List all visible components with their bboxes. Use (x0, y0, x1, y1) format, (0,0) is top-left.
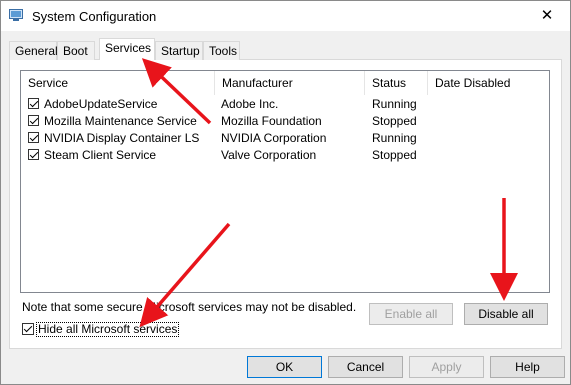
service-manufacturer: Mozilla Foundation (221, 114, 322, 128)
hide-microsoft-services-label[interactable]: Hide all Microsoft services (36, 322, 180, 337)
service-checkbox[interactable] (28, 132, 39, 143)
column-header-status[interactable]: Status (365, 71, 428, 95)
service-name: AdobeUpdateService (44, 97, 158, 111)
service-status: Running (372, 131, 417, 145)
tab-tools[interactable]: Tools (203, 41, 240, 60)
service-status: Stopped (372, 114, 417, 128)
ok-button[interactable]: OK (247, 356, 322, 378)
service-row[interactable]: Mozilla Maintenance Service Mozilla Foun… (21, 113, 549, 130)
hide-microsoft-services-checkbox[interactable] (22, 323, 34, 335)
window-title: System Configuration (32, 9, 157, 24)
service-row[interactable]: AdobeUpdateService Adobe Inc. Running (21, 96, 549, 113)
title-bar: System Configuration ✕ (1, 1, 570, 31)
msconfig-app-icon (9, 9, 23, 21)
service-status: Stopped (372, 148, 417, 162)
column-header-date-disabled[interactable]: Date Disabled (428, 71, 549, 95)
service-manufacturer: NVIDIA Corporation (221, 131, 327, 145)
services-list[interactable]: Service Manufacturer Status Date Disable… (20, 70, 550, 293)
column-header-manufacturer[interactable]: Manufacturer (215, 71, 365, 95)
service-checkbox[interactable] (28, 98, 39, 109)
service-row[interactable]: NVIDIA Display Container LS NVIDIA Corpo… (21, 130, 549, 147)
service-checkbox[interactable] (28, 149, 39, 160)
apply-button[interactable]: Apply (409, 356, 484, 378)
help-button[interactable]: Help (490, 356, 565, 378)
service-name: Mozilla Maintenance Service (44, 114, 197, 128)
service-checkbox[interactable] (28, 115, 39, 126)
service-name: Steam Client Service (44, 148, 157, 162)
tab-startup[interactable]: Startup (155, 41, 203, 60)
tab-boot[interactable]: Boot (57, 41, 95, 60)
tab-general[interactable]: General (9, 41, 58, 60)
cancel-button[interactable]: Cancel (328, 356, 403, 378)
system-configuration-window: System Configuration ✕ General Boot Serv… (0, 0, 571, 385)
service-row[interactable]: Steam Client Service Valve Corporation S… (21, 147, 549, 164)
service-manufacturer: Valve Corporation (221, 148, 317, 162)
service-name: NVIDIA Display Container LS (44, 131, 200, 145)
enable-all-button[interactable]: Enable all (369, 303, 453, 325)
secure-services-note: Note that some secure Microsoft services… (22, 300, 357, 314)
tab-services[interactable]: Services (99, 38, 155, 60)
close-icon[interactable]: ✕ (524, 1, 570, 31)
column-header-service[interactable]: Service (21, 71, 215, 95)
service-status: Running (372, 97, 417, 111)
service-manufacturer: Adobe Inc. (221, 97, 279, 111)
disable-all-button[interactable]: Disable all (464, 303, 548, 325)
